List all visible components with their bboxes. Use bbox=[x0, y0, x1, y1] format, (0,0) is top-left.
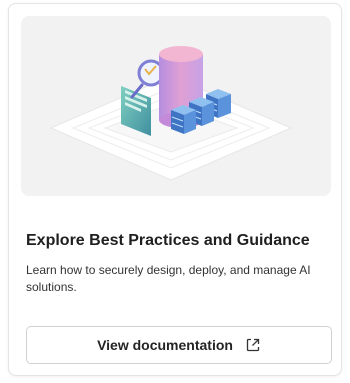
hero-illustration bbox=[21, 16, 331, 196]
external-link-icon bbox=[245, 337, 261, 353]
view-documentation-label: View documentation bbox=[97, 337, 233, 353]
view-documentation-button[interactable]: View documentation bbox=[26, 326, 332, 364]
card-title: Explore Best Practices and Guidance bbox=[26, 232, 310, 249]
card-description: Learn how to securely design, deploy, an… bbox=[26, 263, 311, 294]
best-practices-card: Explore Best Practices and Guidance Lear… bbox=[8, 3, 342, 376]
database-servers-illustration bbox=[49, 46, 293, 181]
